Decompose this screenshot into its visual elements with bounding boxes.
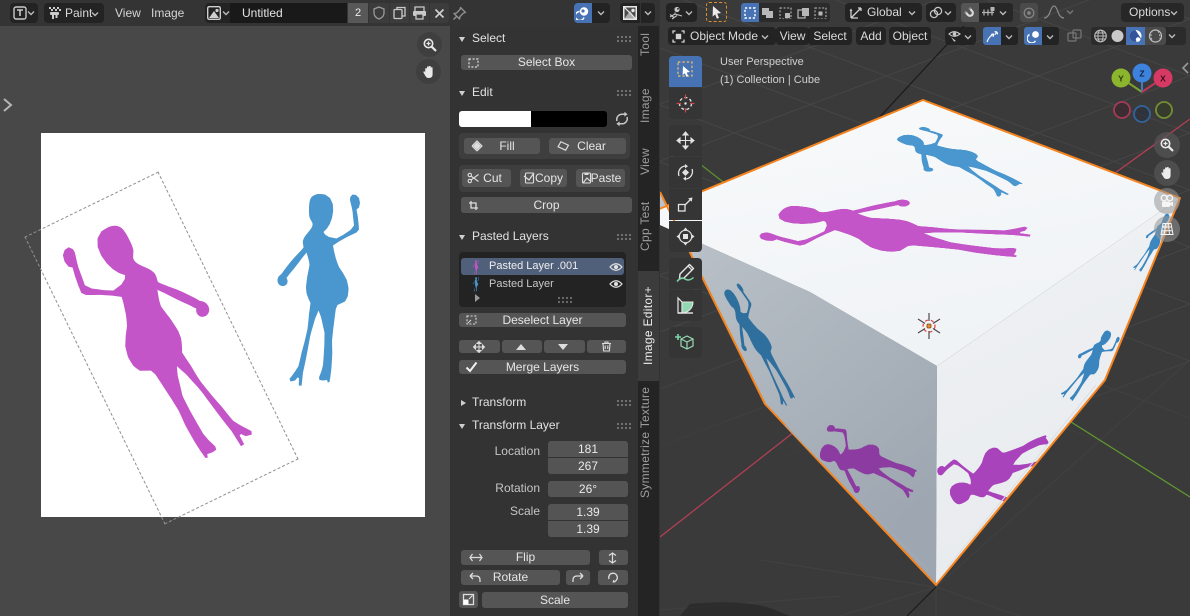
svg-text:Y: Y (1118, 74, 1124, 84)
svg-text:X: X (1160, 74, 1166, 84)
svg-text:Z: Z (1139, 69, 1144, 79)
